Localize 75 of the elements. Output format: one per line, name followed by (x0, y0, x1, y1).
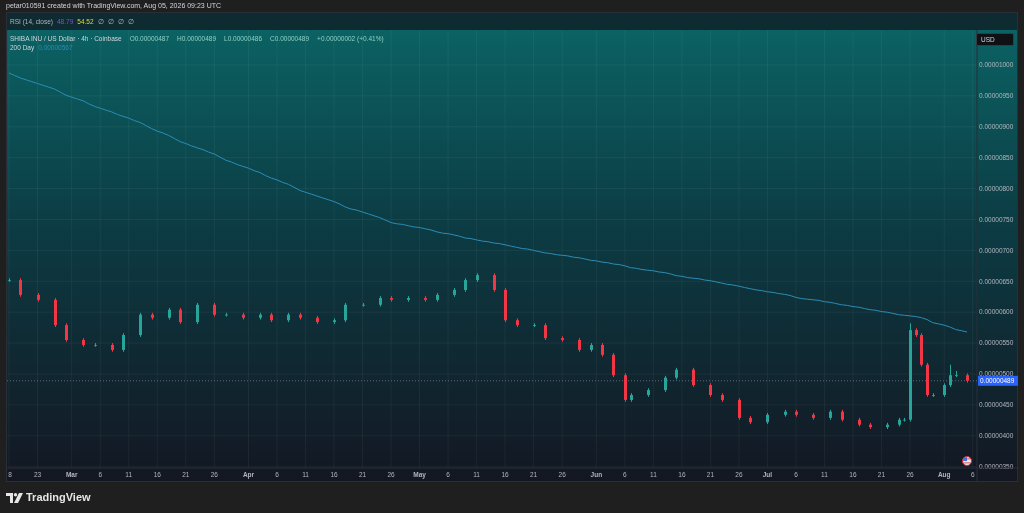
candlestick (858, 417, 861, 427)
candlestick (766, 412, 769, 425)
candlestick (390, 295, 393, 303)
candlestick (407, 295, 410, 303)
candlestick (37, 292, 40, 303)
candlestick (111, 342, 114, 353)
candlestick (151, 312, 154, 321)
candlestick (647, 387, 650, 398)
candlestick (196, 302, 199, 325)
candlestick (179, 307, 182, 325)
candlestick (122, 332, 125, 353)
candlestick (903, 417, 906, 423)
candlestick (664, 375, 667, 393)
candlestick (915, 327, 918, 338)
candlestick (19, 277, 22, 298)
candlestick (504, 287, 507, 323)
candlestick (379, 295, 382, 308)
candlestick (544, 322, 547, 341)
candlestick (436, 292, 439, 303)
candlestick (578, 337, 581, 353)
candlestick (270, 312, 273, 323)
candlestick (139, 312, 142, 338)
candlestick (949, 364, 952, 388)
candlestick (624, 372, 627, 403)
candlestick (898, 417, 901, 427)
candlestick (749, 415, 752, 425)
candlestick (259, 312, 262, 321)
candlestick (65, 322, 68, 343)
candlestick (533, 322, 536, 328)
candlestick (932, 392, 935, 398)
candlestick (213, 302, 216, 317)
candlestick (738, 397, 741, 421)
candlestick (692, 367, 695, 388)
candlestick (344, 302, 347, 323)
candlestick (82, 337, 85, 348)
candlestick (721, 392, 724, 403)
flag-icon (962, 456, 972, 466)
candlestick (493, 272, 496, 293)
candlestick (287, 312, 290, 323)
candlestick (926, 362, 929, 398)
candlestick (601, 342, 604, 358)
candlestick (168, 307, 171, 321)
candlestick (225, 312, 228, 317)
candlestick (812, 412, 815, 421)
candlestick (516, 317, 519, 328)
candlestick (453, 287, 456, 298)
candlestick (829, 409, 832, 421)
candlestick (943, 382, 946, 398)
candlestick (966, 372, 969, 384)
candlestick (8, 277, 11, 283)
candlestick (675, 367, 678, 381)
candlestick (709, 382, 712, 398)
logo-text: TradingView (26, 490, 91, 506)
candlestick (476, 272, 479, 283)
candlestick (886, 422, 889, 430)
candlestick (920, 332, 923, 368)
candlestick (362, 302, 365, 308)
candlestick (612, 352, 615, 378)
candlestick (841, 409, 844, 423)
candlestick (795, 409, 798, 418)
candlestick (561, 335, 564, 343)
candlestick (590, 342, 593, 353)
candlestick (955, 370, 958, 378)
candlestick (630, 392, 633, 403)
candlestick (299, 312, 302, 321)
candlestick (54, 297, 57, 328)
candlestick (784, 409, 787, 418)
candlestick (242, 312, 245, 321)
candlestick (424, 295, 427, 303)
candlestick (316, 315, 319, 325)
candlestick (869, 422, 872, 430)
logo-icon (6, 492, 23, 503)
candlestick (333, 317, 336, 325)
candlestick (464, 277, 467, 293)
candlestick (94, 342, 97, 348)
